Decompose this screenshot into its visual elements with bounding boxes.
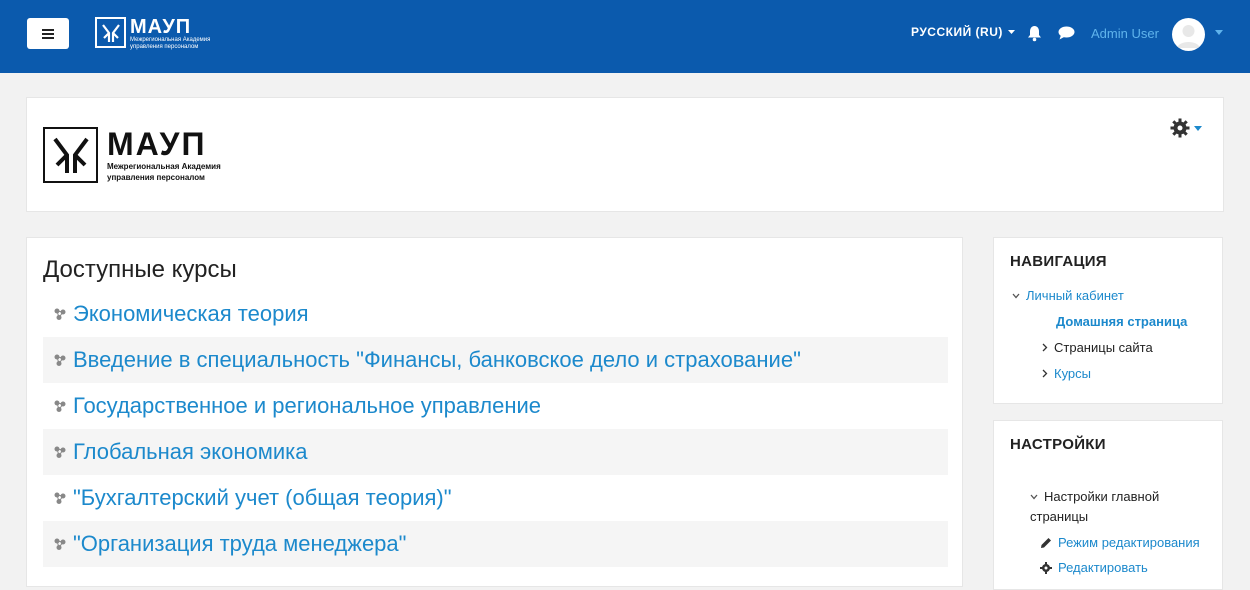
- notifications-bell-icon[interactable]: [1027, 25, 1042, 42]
- settings-item-label: Настройки главной: [1044, 489, 1160, 504]
- brand-logo[interactable]: МАУП Межрегиональная Академия управления…: [95, 17, 210, 51]
- chevron-down-icon: [1030, 494, 1038, 499]
- nav-item-home[interactable]: Домашняя страница: [1056, 314, 1187, 329]
- course-icon: [54, 446, 66, 458]
- course-list: Экономическая теория Введение в специаль…: [43, 291, 948, 567]
- course-link[interactable]: Введение в специальность "Финансы, банко…: [73, 347, 801, 373]
- hamburger-menu-button[interactable]: [27, 18, 69, 49]
- language-label: РУССКИЙ (RU): [911, 25, 1003, 39]
- brand-subtitle-line1: Межрегиональная Академия: [130, 37, 211, 43]
- course-icon: [54, 400, 66, 412]
- nav-item-my-cabinet[interactable]: Личный кабинет: [1012, 288, 1124, 303]
- settings-item-home-settings[interactable]: Настройки главной: [1030, 489, 1159, 504]
- navigation-block: НАВИГАЦИЯ Личный кабинет Домашняя страни…: [993, 237, 1223, 404]
- nav-item-label: Домашняя страница: [1056, 314, 1188, 329]
- available-courses-section: Доступные курсы Экономическая теория Вве…: [26, 237, 963, 587]
- course-item[interactable]: Введение в специальность "Финансы, банко…: [43, 337, 948, 383]
- logo-subtitle-line1: Межрегиональная Академия: [107, 162, 221, 171]
- user-menu-caret-icon[interactable]: [1215, 30, 1223, 35]
- course-icon: [54, 538, 66, 550]
- settings-title: НАСТРОЙКИ: [1010, 436, 1106, 453]
- nav-item-courses[interactable]: Курсы: [1042, 366, 1091, 381]
- top-navbar: МАУП Межрегиональная Академия управления…: [0, 0, 1250, 73]
- site-logo: МАУП Межрегиональная Академия управления…: [43, 127, 221, 183]
- brand-subtitle-line2: управления персоналом: [130, 44, 199, 50]
- course-item[interactable]: "Организация труда менеджера": [43, 521, 948, 567]
- section-title: Доступные курсы: [43, 256, 237, 283]
- course-icon: [54, 492, 66, 504]
- gear-icon: [1170, 118, 1190, 138]
- hamburger-icon: [42, 28, 54, 39]
- logo-subtitle-line2: управления персоналом: [107, 173, 205, 182]
- course-link[interactable]: "Бухгалтерский учет (общая теория)": [73, 485, 452, 511]
- logo-mark-icon: [95, 17, 126, 48]
- messages-chat-icon[interactable]: [1058, 26, 1075, 40]
- logo-title: МАУП: [107, 126, 207, 162]
- caret-down-icon: [1007, 30, 1015, 34]
- course-item[interactable]: "Бухгалтерский учет (общая теория)": [43, 475, 948, 521]
- user-name-link[interactable]: Admin User: [1091, 26, 1159, 41]
- caret-down-icon: [1194, 125, 1202, 131]
- language-selector[interactable]: РУССКИЙ (RU): [911, 25, 1015, 39]
- course-icon: [54, 354, 66, 366]
- nav-item-label: Курсы: [1054, 366, 1092, 381]
- course-item[interactable]: Экономическая теория: [43, 291, 948, 337]
- page-header: МАУП Межрегиональная Академия управления…: [26, 97, 1224, 212]
- course-link[interactable]: "Организация труда менеджера": [73, 531, 406, 557]
- nav-item-label: Страницы сайта: [1054, 340, 1153, 355]
- cog-icon: [1040, 561, 1052, 574]
- settings-block: НАСТРОЙКИ Настройки главной страницы Реж…: [993, 420, 1223, 590]
- course-link[interactable]: Государственное и региональное управлени…: [73, 393, 541, 419]
- brand-title: МАУП: [130, 16, 192, 38]
- settings-item-label-cont: страницы: [1030, 509, 1088, 524]
- user-avatar[interactable]: [1172, 18, 1205, 51]
- chevron-right-icon: [1042, 369, 1048, 378]
- chevron-down-icon: [1012, 293, 1020, 298]
- navigation-title: НАВИГАЦИЯ: [1010, 253, 1107, 270]
- chevron-right-icon: [1042, 343, 1048, 352]
- course-item[interactable]: Государственное и региональное управлени…: [43, 383, 948, 429]
- nav-item-site-pages[interactable]: Страницы сайта: [1042, 340, 1153, 355]
- settings-item-label-line2: страницы: [1030, 509, 1089, 524]
- settings-item-edit[interactable]: Редактировать: [1040, 560, 1148, 575]
- page-settings-menu[interactable]: [1170, 118, 1202, 138]
- course-link[interactable]: Экономическая теория: [73, 301, 309, 327]
- logo-mark-icon: [43, 127, 98, 183]
- course-item[interactable]: Глобальная экономика: [43, 429, 948, 475]
- settings-item-label: Редактировать: [1058, 560, 1148, 575]
- settings-item-edit-mode[interactable]: Режим редактирования: [1040, 535, 1200, 550]
- pencil-icon: [1041, 537, 1051, 548]
- course-link[interactable]: Глобальная экономика: [73, 439, 308, 465]
- nav-item-label: Личный кабинет: [1026, 288, 1124, 303]
- settings-item-label: Режим редактирования: [1058, 535, 1200, 550]
- course-icon: [54, 308, 66, 320]
